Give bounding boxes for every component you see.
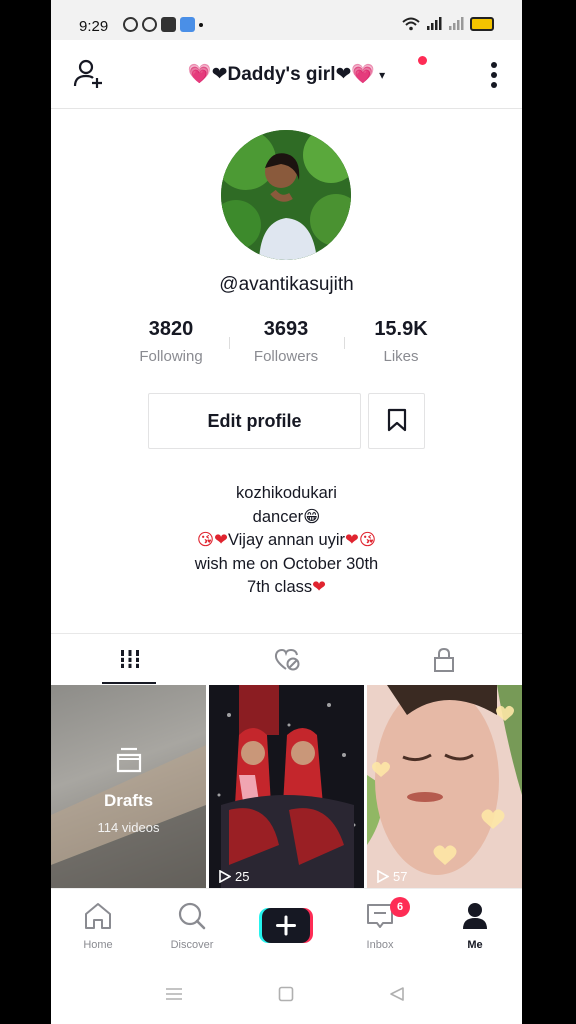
back-icon[interactable] <box>389 986 405 1002</box>
divider <box>344 337 345 349</box>
more-notifications-icon <box>199 22 203 27</box>
heart-emoji: 💗❤ <box>187 64 228 85</box>
username: @avantikasujith <box>219 274 354 295</box>
search-icon <box>178 902 206 930</box>
signal-2-icon <box>449 17 464 30</box>
more-options-icon[interactable] <box>490 60 498 90</box>
phone-screen: 9:29 💗❤Daddy's girl❤💗 ▾ @avantikasujith … <box>51 0 522 1024</box>
play-icon <box>219 870 231 883</box>
play-icon <box>377 870 389 883</box>
system-navigation-bar <box>51 968 522 1024</box>
menu-icon[interactable] <box>164 986 184 1002</box>
lock-icon <box>433 648 454 672</box>
plus-icon <box>259 908 313 943</box>
avatar-photo <box>221 130 351 260</box>
home-icon <box>85 903 111 929</box>
tab-liked[interactable] <box>208 634 365 686</box>
status-bar: 9:29 <box>51 0 522 40</box>
nav-home-label: Home <box>83 939 113 951</box>
drafts-count: 114 videos <box>97 820 160 835</box>
nav-discover-label: Discover <box>170 939 214 951</box>
tab-private[interactable] <box>365 634 522 686</box>
nav-inbox-label: Inbox <box>366 939 394 951</box>
video-thumbnail[interactable]: 57 <box>367 685 522 888</box>
nav-home[interactable]: Home <box>51 889 145 959</box>
following-count: 3820 <box>148 318 194 340</box>
profile-icon <box>463 903 487 929</box>
nav-inbox[interactable]: Inbox <box>333 889 427 959</box>
signal-icon <box>427 17 442 30</box>
profile-header: 💗❤Daddy's girl❤💗 ▾ <box>51 40 522 109</box>
video-thumbnail-image <box>209 685 364 888</box>
likes-stat[interactable]: 15.9K Likes <box>346 318 456 365</box>
whatsapp-icon <box>123 17 138 32</box>
followers-label: Followers <box>253 348 319 365</box>
create-button[interactable] <box>259 908 313 943</box>
bio-line: 😘❤Vijay annan uyir❤😘 <box>196 531 377 549</box>
app-notification-icon <box>180 17 195 32</box>
notification-icons <box>123 17 203 32</box>
video-thumbnail[interactable]: 25 <box>209 685 364 888</box>
account-name: Daddy's girl <box>227 64 336 85</box>
bio-line: 7th class❤ <box>247 578 326 596</box>
avatar[interactable] <box>221 130 351 260</box>
active-tab-indicator <box>102 682 156 684</box>
heart-emoji: ❤💗 <box>335 64 376 85</box>
nav-discover[interactable]: Discover <box>145 889 239 959</box>
nav-me[interactable]: Me <box>428 889 522 959</box>
following-label: Following <box>139 348 203 365</box>
bookmarks-button[interactable] <box>368 393 425 449</box>
drafts-label: Drafts <box>103 791 154 810</box>
bio-line: kozhikodukari <box>236 484 337 502</box>
following-stat[interactable]: 3820 Following <box>116 318 226 365</box>
notification-dot <box>418 56 427 65</box>
divider <box>229 337 230 349</box>
view-count-value: 57 <box>393 869 408 884</box>
status-time: 9:29 <box>79 18 109 35</box>
inbox-badge: 6 <box>390 897 410 917</box>
liked-hidden-icon <box>274 648 299 671</box>
view-count: 25 <box>219 869 249 884</box>
bottom-navigation: Home Discover Inbox 6 Me <box>51 888 522 969</box>
followers-stat[interactable]: 3693 Followers <box>231 318 341 365</box>
nav-me-label: Me <box>467 939 483 951</box>
bio: kozhikodukari dancer😁 😘❤Vijay annan uyir… <box>51 482 522 600</box>
home-button-icon[interactable] <box>278 986 294 1002</box>
bio-line: dancer😁 <box>252 507 321 526</box>
drafts-image <box>51 745 206 888</box>
bookmark-icon <box>387 408 406 431</box>
view-count: 57 <box>377 869 407 884</box>
account-switcher[interactable]: 💗❤Daddy's girl❤💗 ▾ <box>51 62 522 86</box>
followers-count: 3693 <box>263 318 309 340</box>
drafts-tile[interactable]: Drafts 114 videos <box>51 685 206 888</box>
app-icon <box>142 17 157 32</box>
grid-icon <box>118 650 141 668</box>
likes-count: 15.9K <box>374 318 428 340</box>
gallery-icon <box>161 17 176 32</box>
likes-label: Likes <box>383 348 419 365</box>
battery-icon <box>470 17 494 31</box>
bio-line: wish me on October 30th <box>194 554 379 573</box>
content-tabs <box>51 633 522 686</box>
drafts-icon <box>116 747 142 773</box>
wifi-icon <box>402 17 420 31</box>
view-count-value: 25 <box>235 869 250 884</box>
video-thumbnail-image <box>367 685 522 888</box>
chevron-down-icon: ▾ <box>379 67 386 82</box>
system-icons <box>402 17 494 31</box>
edit-profile-button[interactable]: Edit profile <box>148 393 361 449</box>
tab-videos[interactable] <box>51 634 208 686</box>
